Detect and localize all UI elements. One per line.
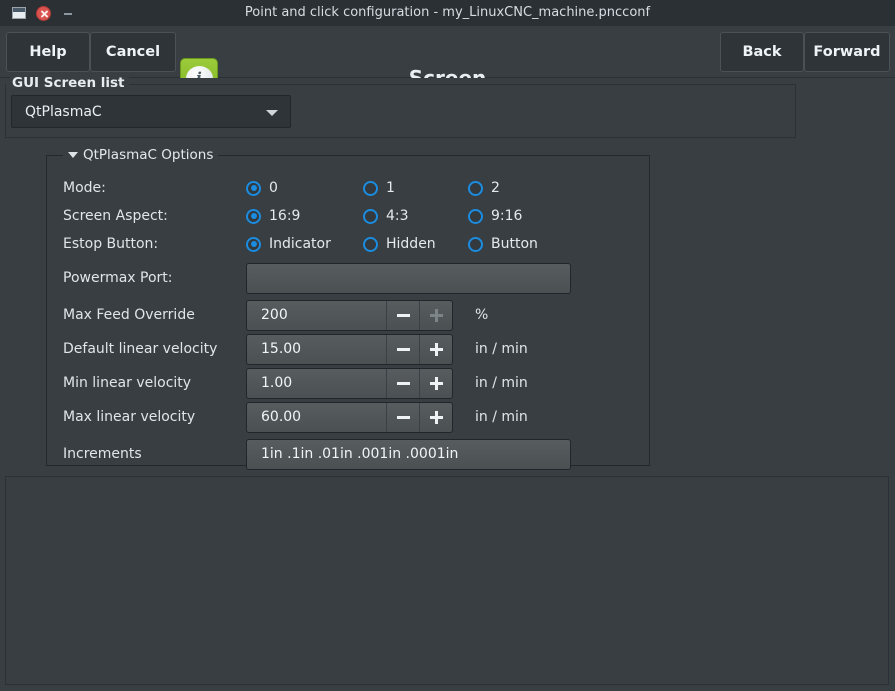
unit-default-linear-velocity: in / min <box>475 341 528 357</box>
unit-min-linear-velocity: in / min <box>475 375 528 391</box>
max-feed-override-spinner[interactable]: 200 <box>246 299 453 331</box>
max-linear-velocity-value[interactable]: 60.00 <box>247 403 386 432</box>
label-mode: Mode: <box>63 180 106 196</box>
row-screen-aspect: Screen Aspect: 16:9 4:3 9:16 <box>47 202 649 230</box>
default-linear-velocity-decrement[interactable] <box>386 334 419 364</box>
powermax-port-input[interactable] <box>246 262 571 294</box>
radio-dot-icon <box>363 180 378 196</box>
radio-estop-indicator-label: Indicator <box>269 236 331 252</box>
label-powermax-port: Powermax Port: <box>63 270 173 286</box>
row-max-feed-override: Max Feed Override 200 % <box>47 298 649 332</box>
qtplasmac-options-label: QtPlasmaC Options <box>83 147 214 163</box>
radio-estop-hidden-label: Hidden <box>386 236 436 252</box>
increments-input[interactable]: 1in .1in .01in .001in .0001in <box>246 438 571 470</box>
radio-mode-2-label: 2 <box>491 180 500 196</box>
row-min-linear-velocity: Min linear velocity 1.00 in / min <box>47 366 649 400</box>
row-increments: Increments 1in .1in .01in .001in .0001in <box>47 434 649 474</box>
label-screen-aspect: Screen Aspect: <box>63 208 168 224</box>
radio-mode-1-label: 1 <box>386 180 395 196</box>
row-mode: Mode: 0 1 2 <box>47 174 649 202</box>
radio-estop-hidden[interactable]: Hidden <box>363 236 468 252</box>
radio-aspect-4-3-label: 4:3 <box>386 208 409 224</box>
forward-button[interactable]: Forward <box>804 32 890 72</box>
back-button[interactable]: Back <box>720 32 804 72</box>
radio-group-screen-aspect: 16:9 4:3 9:16 <box>246 208 522 224</box>
radio-aspect-4-3[interactable]: 4:3 <box>363 208 468 224</box>
radio-group-mode: 0 1 2 <box>246 180 500 196</box>
max-feed-override-decrement[interactable] <box>386 300 419 330</box>
help-button[interactable]: Help <box>6 32 90 72</box>
label-min-linear-velocity: Min linear velocity <box>63 375 192 391</box>
group-top-border <box>118 84 795 85</box>
label-max-feed-override: Max Feed Override <box>63 307 195 323</box>
radio-dot-icon <box>468 236 483 252</box>
title-bar-controls <box>0 5 75 21</box>
radio-mode-2[interactable]: 2 <box>468 180 500 196</box>
empty-content-panel <box>5 476 889 685</box>
gui-screen-list-group: GUI Screen list QtPlasmaC <box>5 75 796 138</box>
radio-dot-icon <box>246 236 261 252</box>
max-linear-velocity-increment[interactable] <box>419 402 452 432</box>
radio-dot-icon <box>363 236 378 252</box>
radio-mode-1[interactable]: 1 <box>363 180 468 196</box>
label-default-linear-velocity: Default linear velocity <box>63 341 218 357</box>
minimize-icon[interactable] <box>61 6 75 20</box>
max-feed-override-value[interactable]: 200 <box>247 301 386 330</box>
row-default-linear-velocity: Default linear velocity 15.00 in / min <box>47 332 649 366</box>
label-max-linear-velocity: Max linear velocity <box>63 409 196 425</box>
toolbar: Help Cancel i Screen Back Forward <box>0 26 895 98</box>
label-increments: Increments <box>63 446 142 462</box>
row-powermax-port: Powermax Port: <box>47 258 649 298</box>
chevron-down-icon <box>266 110 278 116</box>
qtplasmac-options-header[interactable]: QtPlasmaC Options <box>63 147 219 163</box>
title-bar: Point and click configuration - my_Linux… <box>0 0 895 26</box>
gui-screen-select[interactable]: QtPlasmaC <box>11 95 291 128</box>
radio-aspect-9-16-label: 9:16 <box>491 208 523 224</box>
radio-mode-0[interactable]: 0 <box>246 180 363 196</box>
page-body: GUI Screen list QtPlasmaC QtPlasmaC Opti… <box>0 75 895 691</box>
row-max-linear-velocity: Max linear velocity 60.00 in / min <box>47 400 649 434</box>
radio-aspect-9-16[interactable]: 9:16 <box>468 208 522 224</box>
radio-estop-button-label: Button <box>491 236 538 252</box>
radio-aspect-16-9[interactable]: 16:9 <box>246 208 363 224</box>
min-linear-velocity-value[interactable]: 1.00 <box>247 369 386 398</box>
close-icon[interactable] <box>36 5 51 21</box>
gui-screen-select-value: QtPlasmaC <box>25 103 102 120</box>
radio-dot-icon <box>246 208 261 224</box>
window-icon <box>12 7 26 19</box>
radio-aspect-16-9-label: 16:9 <box>269 208 301 224</box>
options-rows: Mode: 0 1 2 Screen Aspect: 16:9 4:3 9:16… <box>47 174 649 474</box>
qtplasmac-options-group: QtPlasmaC Options Mode: 0 1 2 Screen Asp… <box>46 147 650 470</box>
radio-estop-indicator[interactable]: Indicator <box>246 236 363 252</box>
radio-dot-icon <box>468 208 483 224</box>
default-linear-velocity-value[interactable]: 15.00 <box>247 335 386 364</box>
gui-screen-list-label: GUI Screen list <box>10 75 129 91</box>
window-title: Point and click configuration - my_Linux… <box>244 5 651 20</box>
min-linear-velocity-decrement[interactable] <box>386 368 419 398</box>
radio-mode-0-label: 0 <box>269 180 278 196</box>
min-linear-velocity-spinner[interactable]: 1.00 <box>246 367 453 399</box>
radio-dot-icon <box>468 180 483 196</box>
row-estop-button: Estop Button: Indicator Hidden Button <box>47 230 649 258</box>
default-linear-velocity-increment[interactable] <box>419 334 452 364</box>
unit-max-linear-velocity: in / min <box>475 409 528 425</box>
radio-group-estop-button: Indicator Hidden Button <box>246 236 538 252</box>
radio-dot-icon <box>246 180 261 196</box>
radio-estop-button[interactable]: Button <box>468 236 538 252</box>
min-linear-velocity-increment[interactable] <box>419 368 452 398</box>
radio-dot-icon <box>363 208 378 224</box>
max-linear-velocity-spinner[interactable]: 60.00 <box>246 401 453 433</box>
default-linear-velocity-spinner[interactable]: 15.00 <box>246 333 453 365</box>
label-estop-button: Estop Button: <box>63 236 159 252</box>
cancel-button[interactable]: Cancel <box>90 32 176 72</box>
unit-max-feed-override: % <box>475 307 489 323</box>
max-linear-velocity-decrement[interactable] <box>386 402 419 432</box>
triangle-down-icon <box>68 152 78 158</box>
max-feed-override-increment <box>419 300 452 330</box>
